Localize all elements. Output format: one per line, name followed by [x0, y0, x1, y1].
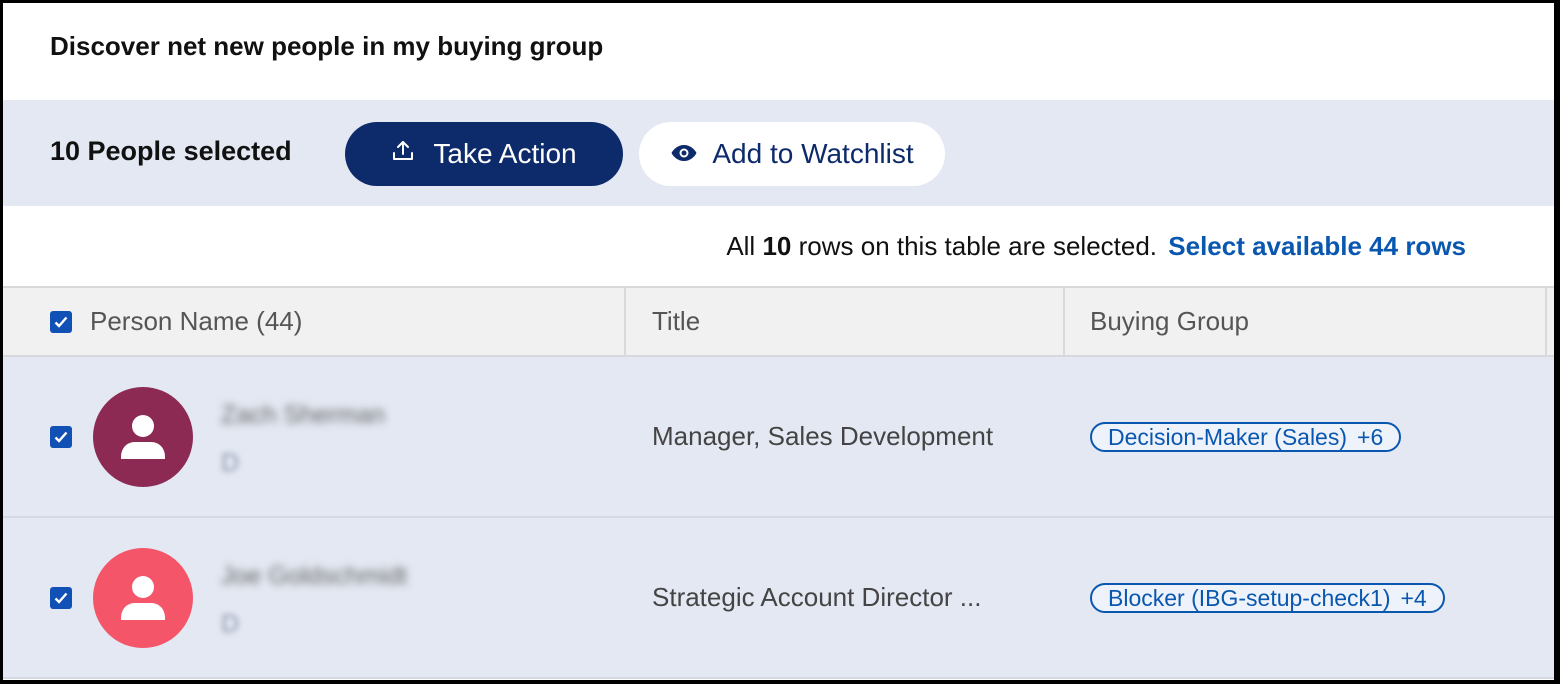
avatar	[93, 387, 193, 487]
person-detail: D	[221, 449, 240, 477]
avatar	[93, 548, 193, 648]
person-icon	[121, 415, 165, 459]
notice-prefix: All	[726, 231, 756, 261]
row-checkbox[interactable]	[50, 587, 72, 609]
table-header: Person Name (44) Title Buying Group	[3, 286, 1554, 357]
table-row[interactable]: Zach Sherman D Manager, Sales Developmen…	[3, 357, 1554, 518]
column-label-title: Title	[652, 306, 701, 336]
column-header-buying-group[interactable]: Buying Group	[1065, 288, 1547, 355]
row-checkbox[interactable]	[50, 426, 72, 448]
checkmark-icon	[54, 316, 68, 328]
notice-count: 10	[762, 231, 792, 261]
person-title: Strategic Account Director ...	[652, 582, 982, 612]
buying-group-tag[interactable]: Blocker (IBG-setup-check1) +4	[1090, 583, 1445, 613]
column-label-person-name: Person Name (44)	[90, 306, 303, 336]
take-action-button[interactable]: Take Action	[345, 122, 623, 186]
column-header-title[interactable]: Title	[626, 288, 1065, 355]
buying-group-label: Blocker (IBG-setup-check1)	[1108, 584, 1391, 611]
person-name[interactable]: Joe Goldschmidt	[221, 562, 407, 591]
buying-group-more-count: +4	[1400, 584, 1427, 611]
notice-suffix: rows on this table are selected.	[798, 231, 1158, 261]
selected-count: 10 People selected	[50, 136, 292, 166]
buying-group-more-count: +6	[1357, 423, 1384, 450]
person-icon	[121, 576, 165, 620]
select-all-rows-link[interactable]: Select available 44 rows	[1168, 231, 1466, 261]
column-header-person-name[interactable]: Person Name (44)	[3, 288, 626, 355]
add-to-watchlist-label: Add to Watchlist	[712, 138, 914, 169]
person-detail: D	[221, 610, 240, 638]
selection-toolbar: 10 People selected Take Action Add to Wa…	[3, 100, 1554, 206]
panel-title: Discover net new people in my buying gro…	[50, 31, 604, 61]
take-action-label: Take Action	[433, 138, 577, 169]
buying-group-panel: Discover net new people in my buying gro…	[3, 3, 1554, 680]
selection-notice: All 10 rows on this table are selected. …	[726, 231, 1466, 262]
eye-icon	[670, 138, 698, 170]
buying-group-tag[interactable]: Decision-Maker (Sales) +6	[1090, 422, 1402, 452]
person-title: Manager, Sales Development	[652, 421, 994, 451]
column-label-buying-group: Buying Group	[1090, 306, 1249, 336]
person-name[interactable]: Zach Sherman	[221, 401, 385, 430]
upload-icon	[391, 138, 415, 170]
checkmark-icon	[54, 592, 68, 604]
table-row[interactable]: Joe Goldschmidt D Strategic Account Dire…	[3, 518, 1554, 679]
add-to-watchlist-button[interactable]: Add to Watchlist	[639, 122, 945, 186]
select-all-checkbox[interactable]	[50, 310, 72, 333]
checkmark-icon	[54, 431, 68, 443]
buying-group-label: Decision-Maker (Sales)	[1108, 423, 1348, 450]
